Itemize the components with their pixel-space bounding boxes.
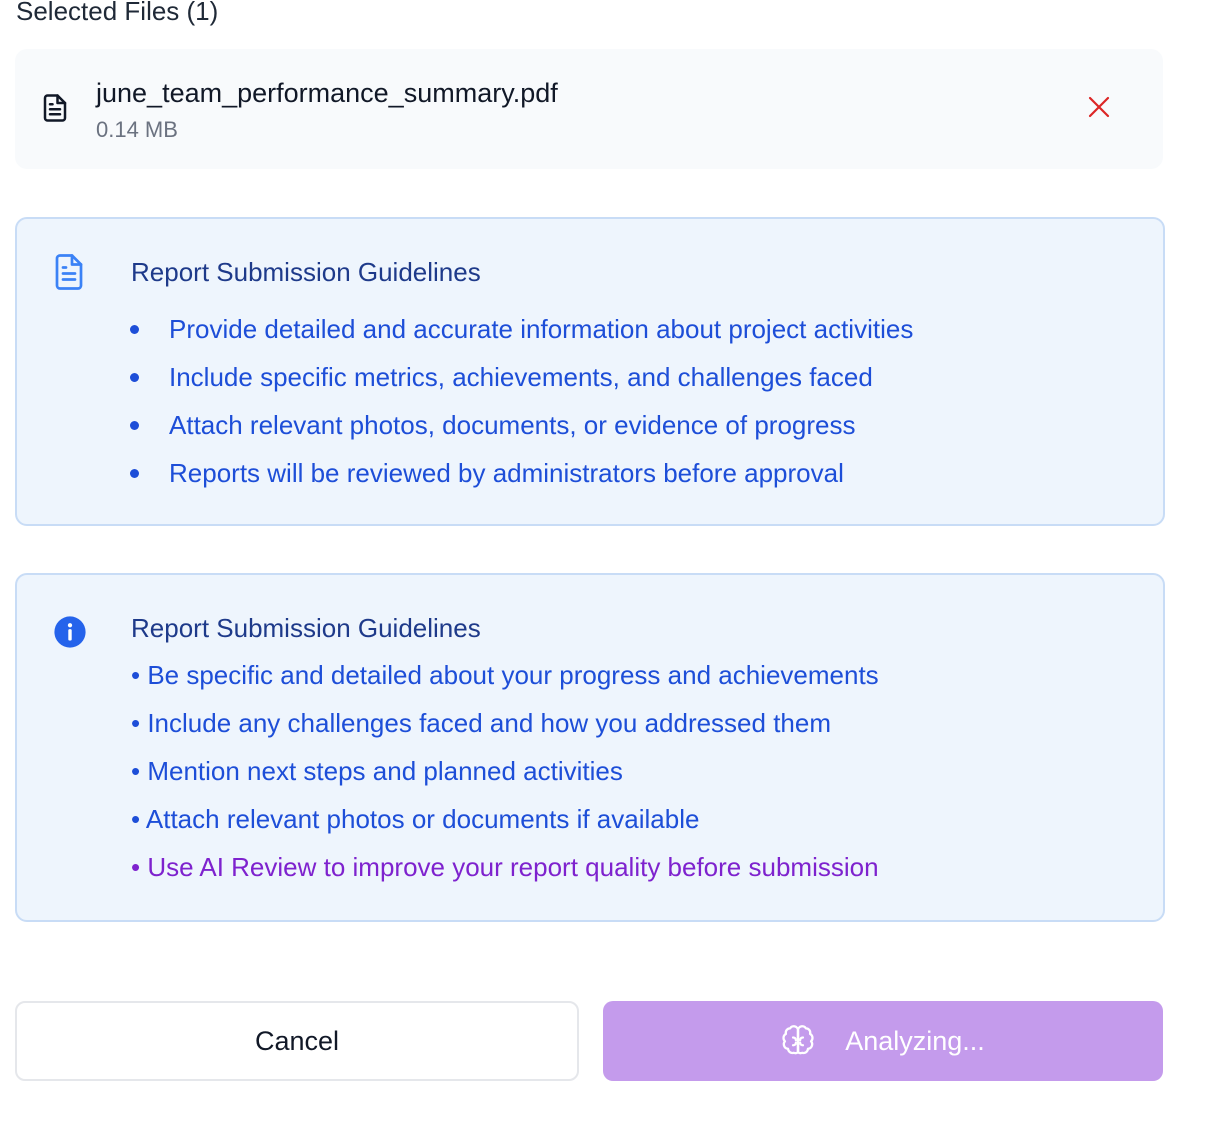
info-icon — [53, 615, 87, 649]
list-item: • Attach relevant photos or documents if… — [131, 804, 700, 834]
guidelines-title: Report Submission Guidelines — [131, 257, 481, 287]
guidelines-list: Provide detailed and accurate informatio… — [17, 305, 913, 497]
brain-icon — [781, 1024, 815, 1058]
close-icon — [1087, 95, 1111, 124]
guidelines-list: • Be specific and detailed about your pr… — [17, 651, 879, 891]
list-item: • Be specific and detailed about your pr… — [131, 660, 879, 690]
guidelines-title: Report Submission Guidelines — [131, 613, 481, 643]
list-item: Reports will be reviewed by administrato… — [17, 449, 913, 497]
ai-review-tip: • Use AI Review to improve your report q… — [131, 852, 879, 882]
list-item: • Include any challenges faced and how y… — [131, 708, 832, 738]
guidelines-panel-primary: Report Submission Guidelines Provide det… — [15, 217, 1165, 526]
file-text-icon — [40, 93, 70, 123]
list-item: Attach relevant photos, documents, or ev… — [17, 401, 913, 449]
list-item: Provide detailed and accurate informatio… — [17, 305, 913, 353]
file-size: 0.14 MB — [96, 117, 178, 142]
remove-file-button[interactable] — [1080, 90, 1118, 128]
document-icon — [51, 252, 87, 290]
report-upload-dialog: Selected Files (1) june_team_performance… — [0, 0, 1214, 1136]
file-name: june_team_performance_summary.pdf — [96, 78, 558, 108]
list-item: • Mention next steps and planned activit… — [131, 756, 623, 786]
analyze-button[interactable]: Analyzing... — [603, 1001, 1163, 1081]
selected-files-title: Selected Files (1) — [16, 0, 219, 26]
list-item: Include specific metrics, achievements, … — [17, 353, 913, 401]
cancel-button-label: Cancel — [254, 1025, 340, 1056]
guidelines-panel-secondary: Report Submission Guidelines • Be specif… — [15, 573, 1165, 922]
analyze-button-label: Analyzing... — [845, 1025, 985, 1056]
cancel-button[interactable]: Cancel — [15, 1001, 579, 1081]
